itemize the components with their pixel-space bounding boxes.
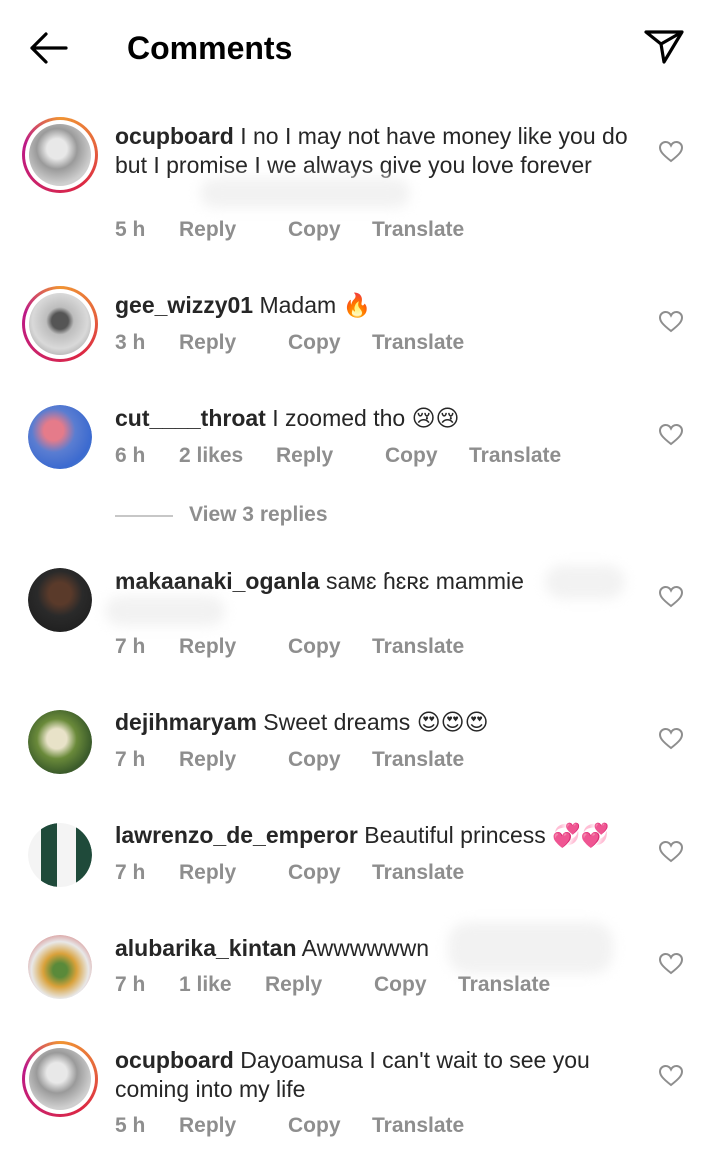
like-button[interactable]	[658, 952, 684, 976]
comment-username[interactable]: dejihmaryam	[115, 709, 257, 735]
reply-button[interactable]: Reply	[179, 635, 236, 659]
redaction	[545, 565, 625, 599]
comment-text: cut____throat I zoomed tho 😢😢	[115, 404, 635, 433]
like-button[interactable]	[658, 840, 684, 864]
like-button[interactable]	[658, 423, 684, 447]
reply-button[interactable]: Reply	[179, 1114, 236, 1138]
comment-body: Madam 🔥	[259, 292, 372, 318]
comment-text: dejihmaryam Sweet dreams 😍😍😍	[115, 708, 635, 737]
reply-button[interactable]: Reply	[179, 218, 236, 242]
comment-username[interactable]: gee_wizzy01	[115, 292, 253, 318]
reply-button[interactable]: Reply	[179, 331, 236, 355]
share-button[interactable]	[640, 24, 688, 68]
likes-count[interactable]: 2 likes	[179, 444, 243, 468]
like-button[interactable]	[658, 1064, 684, 1088]
heart-outline-icon	[658, 140, 684, 163]
copy-button[interactable]: Copy	[374, 973, 427, 997]
avatar[interactable]	[22, 117, 98, 193]
copy-button[interactable]: Copy	[288, 218, 341, 242]
comment-username[interactable]: ocupboard	[115, 1047, 234, 1073]
avatar[interactable]	[22, 562, 98, 638]
heart-outline-icon	[658, 423, 684, 446]
comment-time: 7 h	[115, 973, 146, 996]
avatar[interactable]	[22, 1041, 98, 1117]
redaction	[448, 922, 613, 974]
translate-button[interactable]: Translate	[372, 748, 464, 772]
comment-body: Sweet dreams 😍😍😍	[263, 709, 489, 735]
comment-text: gee_wizzy01 Madam 🔥	[115, 291, 635, 320]
comment-text: ocupboard I no I may not have money like…	[115, 122, 635, 180]
comment-username[interactable]: lawrenzo_de_emperor	[115, 822, 358, 848]
avatar[interactable]	[22, 286, 98, 362]
avatar[interactable]	[22, 704, 98, 780]
heart-outline-icon	[658, 952, 684, 975]
translate-button[interactable]: Translate	[469, 444, 561, 468]
replies-divider	[115, 515, 173, 517]
avatar[interactable]	[22, 817, 98, 893]
comment-username[interactable]: ocupboard	[115, 123, 234, 149]
comment-time: 5 h	[115, 218, 146, 241]
translate-button[interactable]: Translate	[372, 331, 464, 355]
comment-time: 6 h	[115, 444, 146, 467]
like-button[interactable]	[658, 727, 684, 751]
translate-button[interactable]: Translate	[458, 973, 550, 997]
translate-button[interactable]: Translate	[372, 635, 464, 659]
copy-button[interactable]: Copy	[288, 331, 341, 355]
reply-button[interactable]: Reply	[179, 861, 236, 885]
copy-button[interactable]: Copy	[288, 635, 341, 659]
reply-button[interactable]: Reply	[265, 973, 322, 997]
avatar[interactable]	[22, 399, 98, 475]
comment-username[interactable]: cut____throat	[115, 405, 266, 431]
reply-button[interactable]: Reply	[276, 444, 333, 468]
comment-body: Awwwwwwn	[301, 935, 430, 961]
comment-body: I zoomed tho 😢😢	[272, 405, 460, 431]
avatar[interactable]	[22, 929, 98, 1005]
reply-button[interactable]: Reply	[179, 748, 236, 772]
likes-count[interactable]: 1 like	[179, 973, 232, 997]
translate-button[interactable]: Translate	[372, 218, 464, 242]
like-button[interactable]	[658, 585, 684, 609]
copy-button[interactable]: Copy	[288, 748, 341, 772]
redaction	[105, 596, 225, 626]
translate-button[interactable]: Translate	[372, 861, 464, 885]
comment-time: 7 h	[115, 635, 146, 658]
comment-time: 5 h	[115, 1114, 146, 1137]
heart-outline-icon	[658, 727, 684, 750]
heart-outline-icon	[658, 1064, 684, 1087]
copy-button[interactable]: Copy	[385, 444, 438, 468]
view-replies-button[interactable]: View 3 replies	[189, 503, 328, 527]
copy-button[interactable]: Copy	[288, 861, 341, 885]
paper-plane-icon	[644, 30, 684, 64]
comment-username[interactable]: makaanaki_oganla	[115, 568, 320, 594]
back-button[interactable]	[26, 28, 74, 68]
comment-body: Beautiful princess 💞💞	[364, 822, 610, 848]
comment-body: saᴍɛ ɦɛʀɛ mammie	[325, 568, 524, 594]
header-bar: Comments	[0, 0, 720, 96]
like-button[interactable]	[658, 140, 684, 164]
heart-outline-icon	[658, 310, 684, 333]
redaction	[200, 178, 410, 208]
arrow-left-icon	[30, 32, 68, 64]
comment-username[interactable]: alubarika_kintan	[115, 935, 297, 961]
heart-outline-icon	[658, 840, 684, 863]
translate-button[interactable]: Translate	[372, 1114, 464, 1138]
comment-text: ocupboard Dayoamusa I can't wait to see …	[115, 1046, 635, 1104]
heart-outline-icon	[658, 585, 684, 608]
comment-text: lawrenzo_de_emperor Beautiful princess 💞…	[115, 821, 635, 850]
comment-time: 7 h	[115, 861, 146, 884]
like-button[interactable]	[658, 310, 684, 334]
copy-button[interactable]: Copy	[288, 1114, 341, 1138]
comment-time: 7 h	[115, 748, 146, 771]
comment-time: 3 h	[115, 331, 146, 354]
page-title: Comments	[127, 30, 293, 66]
